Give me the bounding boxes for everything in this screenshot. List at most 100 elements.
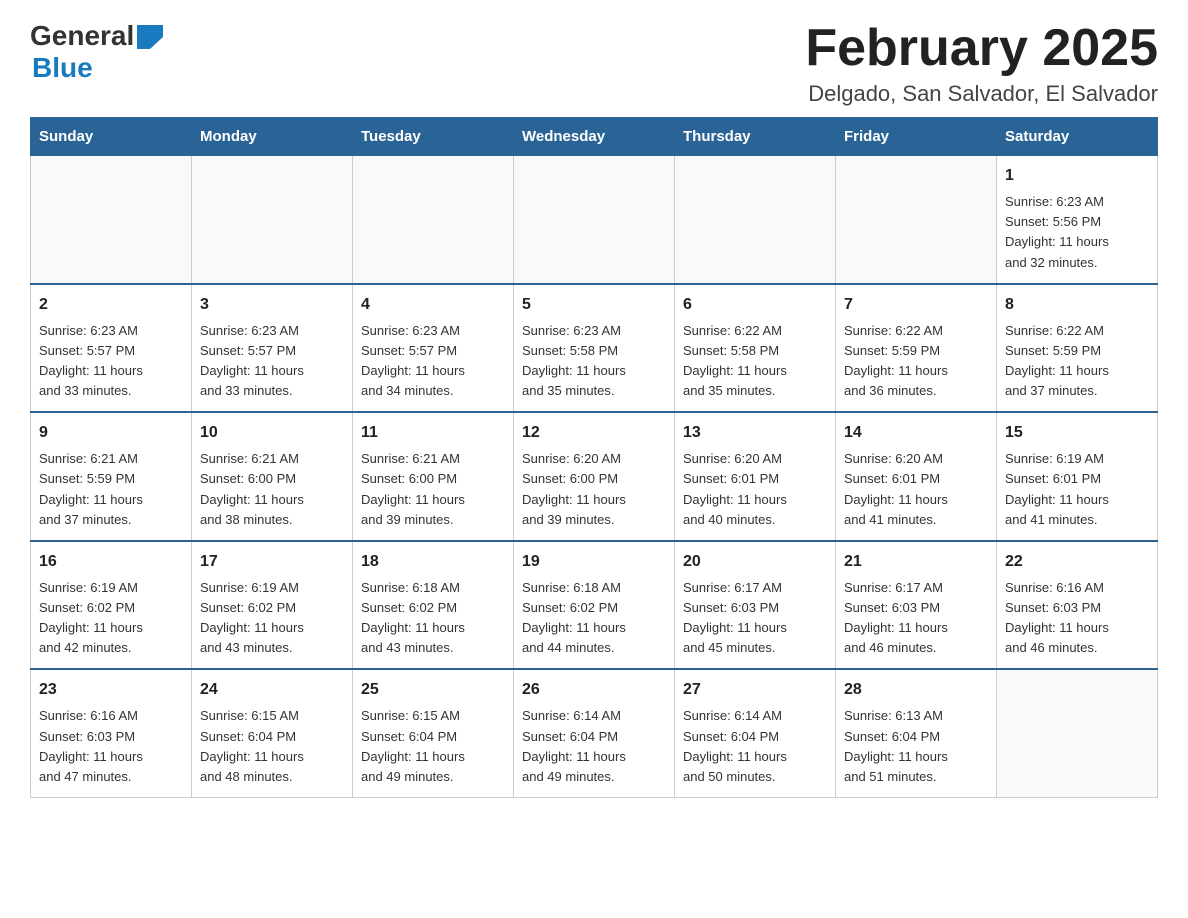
day-info: Sunrise: 6:15 AM Sunset: 6:04 PM Dayligh… [200, 706, 344, 787]
day-info: Sunrise: 6:16 AM Sunset: 6:03 PM Dayligh… [1005, 578, 1149, 659]
day-info: Sunrise: 6:23 AM Sunset: 5:56 PM Dayligh… [1005, 192, 1149, 273]
month-title: February 2025 [805, 20, 1158, 77]
page-header: General Blue February 2025 Delgado, San … [30, 20, 1158, 107]
weekday-header-row: SundayMondayTuesdayWednesdayThursdayFrid… [31, 118, 1158, 156]
calendar-cell: 2 Sunrise: 6:23 AM Sunset: 5:57 PM Daylig… [31, 284, 192, 413]
day-info: Sunrise: 6:19 AM Sunset: 6:01 PM Dayligh… [1005, 449, 1149, 530]
day-number: 8 [1005, 293, 1149, 317]
day-number: 20 [683, 550, 827, 574]
calendar-cell: 27 Sunrise: 6:14 AM Sunset: 6:04 PM Dayli… [675, 669, 836, 797]
day-number: 21 [844, 550, 988, 574]
calendar-cell: 8Sunrise: 6:22 AM Sunset: 5:59 PM Daylig… [997, 284, 1158, 413]
weekday-header-thursday: Thursday [675, 118, 836, 156]
calendar-cell [997, 669, 1158, 797]
calendar-cell: 16Sunrise: 6:19 AM Sunset: 6:02 PM Dayli… [31, 541, 192, 670]
calendar-cell: 23 Sunrise: 6:16 AM Sunset: 6:03 PM Dayli… [31, 669, 192, 797]
day-number: 24 [200, 678, 344, 702]
day-info: Sunrise: 6:17 AM Sunset: 6:03 PM Dayligh… [683, 578, 827, 659]
calendar-cell: 14 Sunrise: 6:20 AM Sunset: 6:01 PM Dayli… [836, 412, 997, 541]
day-info: Sunrise: 6:23 AM Sunset: 5:57 PM Dayligh… [39, 321, 183, 402]
calendar-cell [353, 156, 514, 284]
weekday-header-friday: Friday [836, 118, 997, 156]
day-info: Sunrise: 6:20 AM Sunset: 6:01 PM Dayligh… [844, 449, 988, 530]
day-number: 26 [522, 678, 666, 702]
calendar-cell: 26 Sunrise: 6:14 AM Sunset: 6:04 PM Dayli… [514, 669, 675, 797]
day-number: 15 [1005, 421, 1149, 445]
day-info: Sunrise: 6:21 AM Sunset: 5:59 PM Dayligh… [39, 449, 183, 530]
day-info: Sunrise: 6:13 AM Sunset: 6:04 PM Dayligh… [844, 706, 988, 787]
day-info: Sunrise: 6:16 AM Sunset: 6:03 PM Dayligh… [39, 706, 183, 787]
calendar-cell [514, 156, 675, 284]
day-info: Sunrise: 6:23 AM Sunset: 5:58 PM Dayligh… [522, 321, 666, 402]
day-number: 27 [683, 678, 827, 702]
week-row-3: 9 Sunrise: 6:21 AM Sunset: 5:59 PM Daylig… [31, 412, 1158, 541]
calendar-cell: 11 Sunrise: 6:21 AM Sunset: 6:00 PM Dayli… [353, 412, 514, 541]
day-number: 22 [1005, 550, 1149, 574]
day-number: 13 [683, 421, 827, 445]
logo: General Blue [30, 20, 163, 84]
day-number: 3 [200, 293, 344, 317]
logo-blue-text: Blue [32, 52, 93, 84]
day-info: Sunrise: 6:15 AM Sunset: 6:04 PM Dayligh… [361, 706, 505, 787]
day-number: 1 [1005, 164, 1149, 188]
calendar-cell: 3 Sunrise: 6:23 AM Sunset: 5:57 PM Daylig… [192, 284, 353, 413]
calendar-cell [192, 156, 353, 284]
logo-flag-icon [137, 25, 163, 49]
calendar-cell: 20 Sunrise: 6:17 AM Sunset: 6:03 PM Dayli… [675, 541, 836, 670]
day-number: 4 [361, 293, 505, 317]
calendar-cell: 6Sunrise: 6:22 AM Sunset: 5:58 PM Daylig… [675, 284, 836, 413]
calendar-cell [675, 156, 836, 284]
calendar-table: SundayMondayTuesdayWednesdayThursdayFrid… [30, 117, 1158, 798]
calendar-cell: 17Sunrise: 6:19 AM Sunset: 6:02 PM Dayli… [192, 541, 353, 670]
location-title: Delgado, San Salvador, El Salvador [805, 81, 1158, 107]
day-info: Sunrise: 6:18 AM Sunset: 6:02 PM Dayligh… [522, 578, 666, 659]
day-number: 9 [39, 421, 183, 445]
day-number: 19 [522, 550, 666, 574]
day-number: 6 [683, 293, 827, 317]
day-info: Sunrise: 6:17 AM Sunset: 6:03 PM Dayligh… [844, 578, 988, 659]
day-number: 2 [39, 293, 183, 317]
calendar-cell: 1 Sunrise: 6:23 AM Sunset: 5:56 PM Daylig… [997, 156, 1158, 284]
calendar-cell: 9 Sunrise: 6:21 AM Sunset: 5:59 PM Daylig… [31, 412, 192, 541]
day-info: Sunrise: 6:19 AM Sunset: 6:02 PM Dayligh… [200, 578, 344, 659]
day-info: Sunrise: 6:20 AM Sunset: 6:01 PM Dayligh… [683, 449, 827, 530]
calendar-cell: 25 Sunrise: 6:15 AM Sunset: 6:04 PM Dayli… [353, 669, 514, 797]
calendar-cell: 10Sunrise: 6:21 AM Sunset: 6:00 PM Dayli… [192, 412, 353, 541]
calendar-cell: 22 Sunrise: 6:16 AM Sunset: 6:03 PM Dayli… [997, 541, 1158, 670]
day-info: Sunrise: 6:23 AM Sunset: 5:57 PM Dayligh… [200, 321, 344, 402]
calendar-cell [31, 156, 192, 284]
day-number: 16 [39, 550, 183, 574]
calendar-cell: 12 Sunrise: 6:20 AM Sunset: 6:00 PM Dayli… [514, 412, 675, 541]
day-info: Sunrise: 6:23 AM Sunset: 5:57 PM Dayligh… [361, 321, 505, 402]
calendar-cell: 5 Sunrise: 6:23 AM Sunset: 5:58 PM Daylig… [514, 284, 675, 413]
week-row-4: 16 Sunrise: 6:19 AM Sunset: 6:02 PM Dayli… [31, 541, 1158, 670]
day-number: 12 [522, 421, 666, 445]
day-info: Sunrise: 6:14 AM Sunset: 6:04 PM Dayligh… [522, 706, 666, 787]
day-info: Sunrise: 6:20 AM Sunset: 6:00 PM Dayligh… [522, 449, 666, 530]
day-info: Sunrise: 6:14 AM Sunset: 6:04 PM Dayligh… [683, 706, 827, 787]
weekday-header-wednesday: Wednesday [514, 118, 675, 156]
calendar-cell: 28 Sunrise: 6:13 AM Sunset: 6:04 PM Dayli… [836, 669, 997, 797]
day-number: 25 [361, 678, 505, 702]
calendar-cell: 19 Sunrise: 6:18 AM Sunset: 6:02 PM Dayli… [514, 541, 675, 670]
calendar-cell: 4 Sunrise: 6:23 AM Sunset: 5:57 PM Daylig… [353, 284, 514, 413]
day-number: 23 [39, 678, 183, 702]
weekday-header-saturday: Saturday [997, 118, 1158, 156]
weekday-header-tuesday: Tuesday [353, 118, 514, 156]
day-number: 11 [361, 421, 505, 445]
day-number: 14 [844, 421, 988, 445]
day-info: Sunrise: 6:21 AM Sunset: 6:00 PM Dayligh… [361, 449, 505, 530]
week-row-2: 2 Sunrise: 6:23 AM Sunset: 5:57 PM Daylig… [31, 284, 1158, 413]
week-row-5: 23 Sunrise: 6:16 AM Sunset: 6:03 PM Dayli… [31, 669, 1158, 797]
calendar-cell: 7Sunrise: 6:22 AM Sunset: 5:59 PM Daylig… [836, 284, 997, 413]
day-number: 18 [361, 550, 505, 574]
weekday-header-monday: Monday [192, 118, 353, 156]
day-number: 28 [844, 678, 988, 702]
weekday-header-sunday: Sunday [31, 118, 192, 156]
calendar-cell: 18 Sunrise: 6:18 AM Sunset: 6:02 PM Dayli… [353, 541, 514, 670]
day-number: 5 [522, 293, 666, 317]
day-number: 10 [200, 421, 344, 445]
calendar-cell: 24 Sunrise: 6:15 AM Sunset: 6:04 PM Dayli… [192, 669, 353, 797]
calendar-cell: 15 Sunrise: 6:19 AM Sunset: 6:01 PM Dayli… [997, 412, 1158, 541]
day-info: Sunrise: 6:18 AM Sunset: 6:02 PM Dayligh… [361, 578, 505, 659]
